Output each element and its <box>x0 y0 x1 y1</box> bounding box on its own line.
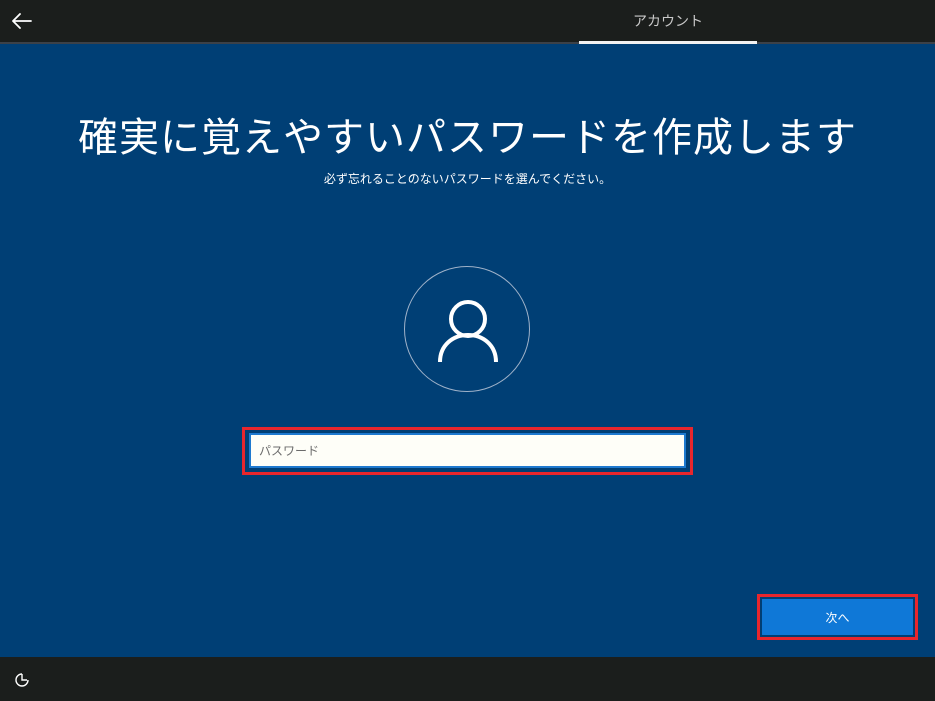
oobe-screen: アカウント 確実に覚えやすいパスワードを作成します 必ず忘れることのないパスワー… <box>0 0 935 701</box>
avatar <box>404 266 530 392</box>
next-button[interactable]: 次へ <box>762 599 913 635</box>
tab-active-indicator <box>579 41 757 44</box>
ease-of-access-icon <box>15 673 29 687</box>
page-title: 確実に覚えやすいパスワードを作成します <box>78 115 857 161</box>
top-bar <box>0 0 935 42</box>
password-input[interactable] <box>249 433 686 468</box>
user-icon <box>438 300 498 363</box>
back-button[interactable] <box>8 7 36 35</box>
page-subtitle: 必ず忘れることのないパスワードを選んでください。 <box>323 172 612 186</box>
tab-account[interactable]: アカウント <box>579 0 757 42</box>
bottom-bar <box>0 657 935 701</box>
accessibility-button[interactable] <box>12 670 32 690</box>
back-arrow-icon <box>12 13 32 29</box>
top-bar-divider <box>0 42 935 44</box>
